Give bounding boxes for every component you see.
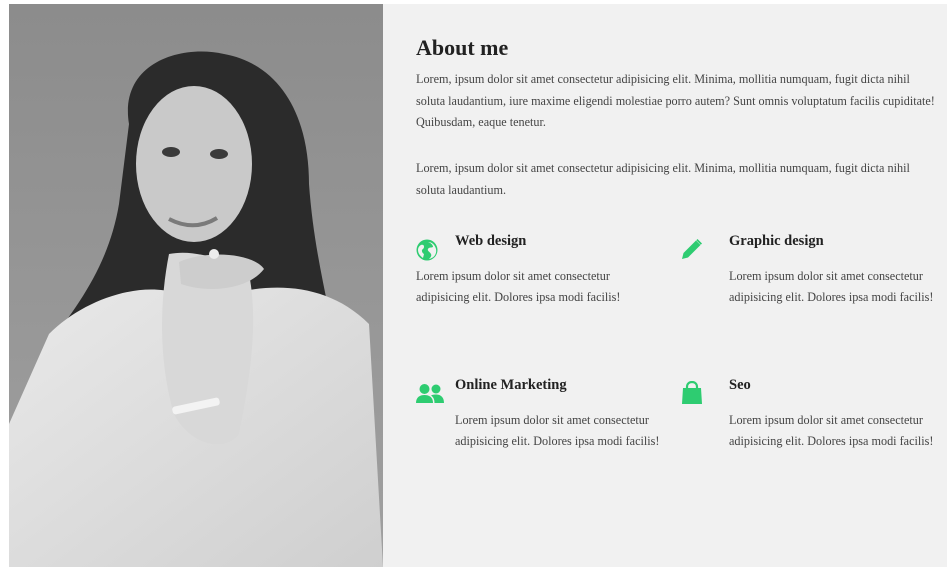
about-title: About me — [416, 35, 509, 60]
about-paragraph-1: Lorem, ipsum dolor sit amet consectetur … — [416, 72, 935, 129]
about-paragraph-2: Lorem, ipsum dolor sit amet consectetur … — [416, 161, 910, 197]
service-title: Graphic design — [729, 233, 824, 249]
service-description: Lorem ipsum dolor sit amet consectetur a… — [729, 269, 934, 304]
shopping-bag-icon — [680, 380, 704, 405]
users-icon — [416, 383, 444, 407]
profile-photo — [9, 4, 383, 567]
about-section: About me Lorem, ipsum dolor sit amet con… — [9, 4, 947, 567]
globe-icon — [416, 239, 440, 263]
service-title: Seo — [729, 377, 751, 393]
service-description: Lorem ipsum dolor sit amet consectetur a… — [455, 413, 660, 448]
service-title: Online Marketing — [455, 377, 567, 393]
pencil-icon — [680, 237, 704, 261]
about-content: About me Lorem, ipsum dolor sit amet con… — [416, 4, 941, 567]
service-description: Lorem ipsum dolor sit amet consectetur a… — [729, 413, 934, 448]
service-description: Lorem ipsum dolor sit amet consectetur a… — [416, 269, 621, 304]
service-title: Web design — [455, 233, 527, 249]
